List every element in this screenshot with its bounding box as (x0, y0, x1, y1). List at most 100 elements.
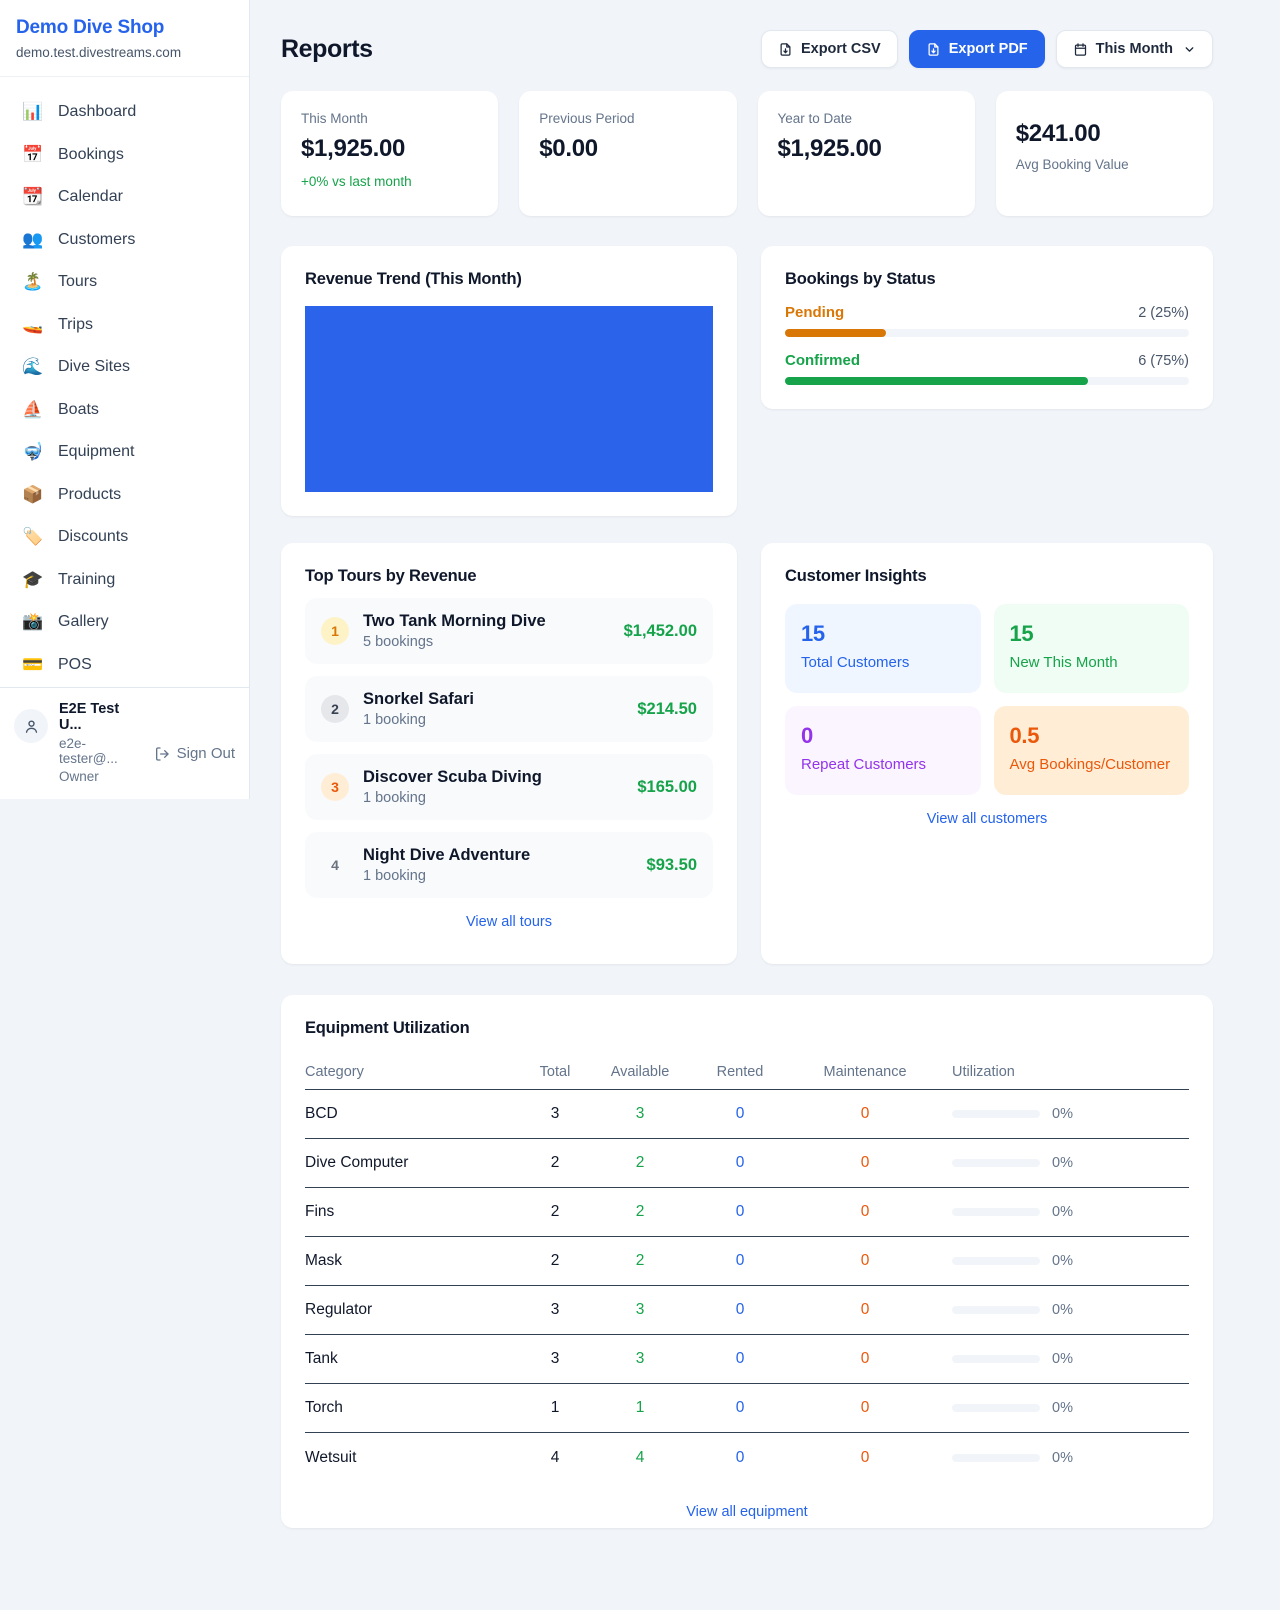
utilization-percent: 0% (1052, 1106, 1073, 1122)
tour-rank-badge: 1 (321, 617, 349, 645)
table-row: Fins 2 2 0 0 0% (305, 1188, 1189, 1237)
insight-label: New This Month (1010, 654, 1174, 671)
sidebar-item[interactable]: 🏝️ Tours (8, 261, 241, 304)
equipment-table: Category Total Available Rented Maintena… (305, 1054, 1189, 1482)
sidebar-item[interactable]: 🏷️ Discounts (8, 516, 241, 559)
tour-list: 1 Two Tank Morning Dive 5 bookings $1,45… (305, 598, 713, 898)
equipment-available: 2 (590, 1154, 690, 1172)
sidebar-item[interactable]: 🤿 Equipment (8, 431, 241, 474)
logout-icon (154, 746, 170, 762)
tour-name: Two Tank Morning Dive (363, 612, 546, 631)
nav-item-icon: 🌊 (22, 357, 43, 377)
nav-item-icon: 🤿 (22, 442, 43, 462)
equipment-utilization-cell: 0% (940, 1450, 1189, 1466)
sidebar-item[interactable]: 💳 POS (8, 644, 241, 687)
column-header-category: Category (305, 1064, 520, 1080)
equipment-maintenance: 0 (790, 1252, 940, 1270)
nav-item-icon: 📸 (22, 612, 43, 632)
nav-item-label: Customers (58, 231, 135, 249)
equipment-category: BCD (305, 1105, 520, 1123)
sidebar-item[interactable]: ⛵ Boats (8, 389, 241, 432)
utilization-percent: 0% (1052, 1155, 1073, 1171)
sidebar-item[interactable]: 📆 Calendar (8, 176, 241, 219)
nav-item-icon: ⛵ (22, 400, 43, 420)
export-pdf-label: Export PDF (949, 41, 1028, 57)
sidebar-item[interactable]: 👥 Customers (8, 219, 241, 262)
column-header-rented: Rented (690, 1064, 790, 1080)
nav-item-label: Calendar (58, 188, 123, 206)
sidebar-item[interactable]: 🎓 Training (8, 559, 241, 602)
sidebar-item[interactable]: 🌊 Dive Sites (8, 346, 241, 389)
column-header-utilization: Utilization (940, 1064, 1189, 1080)
equipment-utilization-cell: 0% (940, 1253, 1189, 1269)
period-label: This Month (1096, 41, 1173, 57)
equipment-available: 3 (590, 1350, 690, 1368)
equipment-utilization-cell: 0% (940, 1302, 1189, 1318)
utilization-percent: 0% (1052, 1400, 1073, 1416)
export-csv-button[interactable]: Export CSV (761, 30, 898, 68)
user-name: E2E Test U... (59, 701, 143, 733)
tour-revenue: $165.00 (637, 778, 697, 797)
view-all-customers-link[interactable]: View all customers (785, 811, 1189, 827)
equipment-total: 3 (520, 1350, 590, 1368)
utilization-percent: 0% (1052, 1253, 1073, 1269)
equipment-category: Regulator (305, 1301, 520, 1319)
view-all-tours-link[interactable]: View all tours (305, 914, 713, 930)
nav-item-label: Boats (58, 401, 99, 419)
period-dropdown[interactable]: This Month (1056, 30, 1213, 68)
view-all-equipment-link[interactable]: View all equipment (305, 1504, 1189, 1520)
utilization-percent: 0% (1052, 1351, 1073, 1367)
equipment-total: 3 (520, 1301, 590, 1319)
top-tours-card: Top Tours by Revenue 1 Two Tank Morning … (281, 543, 737, 964)
equipment-available: 3 (590, 1105, 690, 1123)
tour-rank-badge: 2 (321, 695, 349, 723)
file-download-icon (778, 42, 793, 57)
nav-item-icon: 📦 (22, 485, 43, 505)
utilization-bar-track (952, 1355, 1040, 1363)
equipment-category: Wetsuit (305, 1449, 520, 1467)
equipment-total: 1 (520, 1399, 590, 1417)
page-header: Reports Export CSV Export PDF (281, 30, 1213, 68)
sidebar-item[interactable]: 🚤 Trips (8, 304, 241, 347)
tour-row: 2 Snorkel Safari 1 booking $214.50 (305, 676, 713, 742)
tour-bookings: 1 booking (363, 790, 542, 806)
nav-item-label: Tours (58, 273, 97, 291)
equipment-rented: 0 (690, 1399, 790, 1417)
stat-label: Avg Booking Value (1016, 157, 1193, 172)
table-row: Wetsuit 4 4 0 0 0% (305, 1433, 1189, 1482)
user-section: E2E Test U... e2e-tester@... Owner Sign … (0, 687, 249, 799)
equipment-maintenance: 0 (790, 1449, 940, 1467)
utilization-bar-track (952, 1159, 1040, 1167)
sidebar-item[interactable]: 📊 Dashboard (8, 91, 241, 134)
sidebar-item[interactable]: 📦 Products (8, 474, 241, 517)
nav-item-icon: 📆 (22, 187, 43, 207)
sidebar-item[interactable]: 📅 Bookings (8, 134, 241, 177)
equipment-rented: 0 (690, 1252, 790, 1270)
person-icon (23, 718, 40, 735)
export-pdf-button[interactable]: Export PDF (909, 30, 1045, 68)
equipment-maintenance: 0 (790, 1203, 940, 1221)
page-title: Reports (281, 35, 373, 64)
shop-domain: demo.test.divestreams.com (16, 45, 233, 60)
stat-label: This Month (301, 111, 478, 126)
tour-row: 1 Two Tank Morning Dive 5 bookings $1,45… (305, 598, 713, 664)
insight-tile: 15 Total Customers (785, 604, 981, 693)
sign-out-label: Sign Out (177, 745, 235, 762)
utilization-bar-track (952, 1306, 1040, 1314)
sign-out-button[interactable]: Sign Out (154, 723, 235, 784)
nav-item-icon: 🏷️ (22, 527, 43, 547)
stat-delta: +0% vs last month (301, 174, 478, 189)
nav-item-label: Dive Sites (58, 358, 130, 376)
nav-item-icon: 📊 (22, 102, 43, 122)
stat-label: Previous Period (539, 111, 716, 126)
nav-item-label: Products (58, 486, 121, 504)
sidebar-item[interactable]: 📸 Gallery (8, 601, 241, 644)
tour-bookings: 5 bookings (363, 634, 546, 650)
sidebar: Demo Dive Shop demo.test.divestreams.com… (0, 0, 250, 799)
equipment-utilization-cell: 0% (940, 1106, 1189, 1122)
insights-row: Top Tours by Revenue 1 Two Tank Morning … (281, 543, 1213, 964)
file-download-icon (926, 42, 941, 57)
top-tours-title: Top Tours by Revenue (305, 567, 713, 586)
status-bar-track (785, 377, 1189, 385)
status-list: Pending 2 (25%) Confirmed 6 (75%) (785, 304, 1189, 385)
